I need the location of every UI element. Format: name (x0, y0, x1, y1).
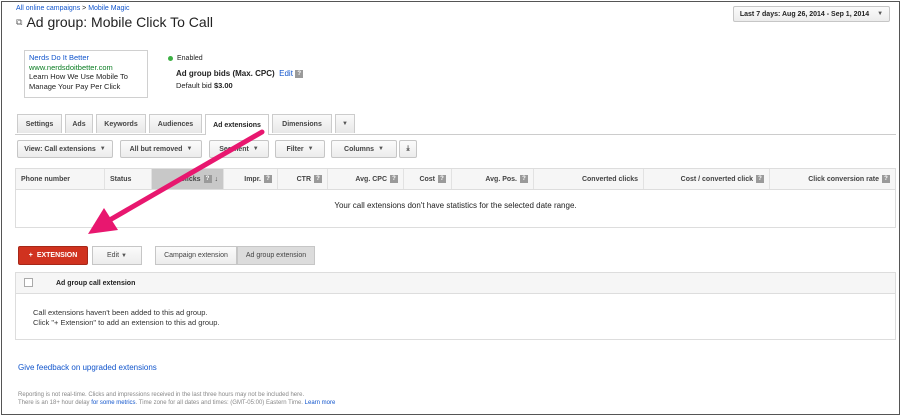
empty-message-line1: Call extensions haven't been added to th… (33, 308, 208, 317)
help-icon[interactable]: ? (264, 175, 272, 183)
help-icon[interactable]: ? (314, 175, 322, 183)
col-avg-cpc[interactable]: Avg. CPC? (328, 169, 404, 189)
col-avg-pos[interactable]: Avg. Pos.? (452, 169, 534, 189)
sort-down-icon: ↓ (214, 175, 219, 183)
filter-label: Filter (286, 145, 304, 153)
status-badge: Enabled (168, 55, 203, 62)
help-icon[interactable]: ? (882, 175, 890, 183)
tab-ad-extensions[interactable]: Ad extensions (205, 114, 269, 135)
default-bid-label: Default bid (176, 81, 212, 90)
status-filter-dropdown[interactable]: All but removed ▼ (120, 140, 202, 158)
edit-bids-link[interactable]: Edit (279, 69, 293, 78)
ad-url: www.nerdsdoitbetter.com (29, 62, 113, 72)
edit-dropdown[interactable]: Edit ▼ (92, 246, 142, 265)
download-icon: ⤓ (406, 145, 410, 152)
col-ad-group-call-extension[interactable]: Ad group call extension (56, 273, 135, 293)
date-range-label: Last 7 days: Aug 26, 2014 - Sep 1, 2014 (739, 10, 870, 18)
date-range-selector[interactable]: Last 7 days: Aug 26, 2014 - Sep 1, 2014 … (733, 6, 890, 22)
tab-bar: Settings Ads Keywords Audiences Ad exten… (15, 114, 896, 135)
col-clicks[interactable]: Clicks? ↓ (152, 169, 224, 189)
add-extension-label: EXTENSION (36, 252, 78, 259)
status-dot-icon (168, 56, 173, 61)
footer-line1: Reporting is not real-time. Clicks and i… (18, 392, 305, 398)
call-extension-table-header: Ad group call extension (16, 273, 895, 294)
feedback-link[interactable]: Give feedback on upgraded extensions (18, 363, 157, 372)
columns-label: Columns (344, 145, 374, 153)
col-ctr[interactable]: CTR? (278, 169, 328, 189)
help-icon[interactable]: ? (520, 175, 528, 183)
default-bid: Default bid $3.00 (176, 81, 233, 90)
col-status[interactable]: Status (105, 169, 152, 189)
chevron-down-icon: ▼ (99, 146, 106, 152)
chevron-down-icon: ▼ (342, 121, 348, 127)
status-filter-label: All but removed (129, 145, 183, 153)
toolbar: View: Call extensions ▼ All but removed ▼ … (15, 140, 896, 162)
breadcrumb-campaign[interactable]: Mobile Magic (88, 5, 129, 12)
col-converted-clicks[interactable]: Converted clicks (534, 169, 644, 189)
help-icon[interactable]: ? (203, 175, 212, 183)
ad-line2: Manage Your Pay Per Click (29, 81, 121, 91)
bids-label: Ad group bids (Max. CPC) (176, 69, 275, 78)
ad-group-icon: ⧉ (16, 16, 23, 27)
plus-icon: + (28, 252, 33, 259)
edit-label: Edit (107, 252, 120, 259)
segment-label: Segment (219, 145, 249, 153)
no-stats-message: Your call extensions don't have statisti… (334, 201, 577, 210)
segment-dropdown[interactable]: Segment ▼ (209, 140, 269, 158)
call-extension-table: Ad group call extension Call extensions … (15, 272, 896, 340)
breadcrumb-sep: > (82, 5, 87, 12)
help-icon[interactable]: ? (390, 175, 398, 183)
col-click-conversion-rate[interactable]: Click conversion rate? (770, 169, 895, 189)
page-title: Ad group: Mobile Click To Call (26, 14, 213, 30)
tab-audiences[interactable]: Audiences (149, 114, 202, 133)
col-cost[interactable]: Cost? (404, 169, 452, 189)
learn-more-link[interactable]: Learn more (305, 400, 336, 406)
download-button[interactable]: ⤓ (399, 140, 417, 158)
col-cost-per-converted-click[interactable]: Cost / converted click? (644, 169, 770, 189)
tab-settings[interactable]: Settings (17, 114, 62, 133)
page-title-row: ⧉ Ad group: Mobile Click To Call (16, 14, 213, 30)
stats-grid: Phone number Status Clicks? ↓ Impr.? CTR?… (15, 168, 896, 228)
chevron-down-icon: ▼ (877, 11, 884, 17)
chevron-down-icon: ▼ (186, 146, 193, 152)
col-impr[interactable]: Impr.? (224, 169, 278, 189)
ad-group-bids: Ad group bids (Max. CPC) Edit ? (176, 69, 304, 78)
footer-line2: There is an 18+ hour delay for some metr… (18, 400, 336, 406)
status-label: Enabled (177, 55, 203, 62)
empty-message-line2: Click "+ Extension" to add an extension … (33, 318, 220, 327)
segment-campaign-extension[interactable]: Campaign extension (155, 246, 237, 265)
help-icon[interactable]: ? (438, 175, 446, 183)
ad-preview: Nerds Do It Better www.nerdsdoitbetter.c… (24, 50, 148, 98)
filter-dropdown[interactable]: Filter ▼ (275, 140, 325, 158)
tab-more[interactable]: ▼ (335, 114, 355, 133)
chevron-down-icon: ▼ (121, 252, 127, 259)
chevron-down-icon: ▼ (378, 146, 384, 152)
tab-dimensions[interactable]: Dimensions (272, 114, 332, 133)
breadcrumb: All online campaigns > Mobile Magic (16, 5, 129, 12)
chevron-down-icon: ▼ (307, 146, 314, 152)
select-all-checkbox[interactable] (24, 278, 33, 287)
footer-note: Reporting is not real-time. Clicks and i… (18, 391, 335, 407)
tab-ads[interactable]: Ads (65, 114, 93, 133)
help-icon[interactable]: ? (295, 69, 304, 78)
breadcrumb-all-campaigns[interactable]: All online campaigns (16, 5, 80, 12)
segment-ad-group-extension[interactable]: Ad group extension (237, 246, 315, 265)
view-label: View: Call extensions (24, 145, 96, 153)
stats-grid-header: Phone number Status Clicks? ↓ Impr.? CTR?… (16, 169, 895, 190)
ad-headline: Nerds Do It Better (29, 53, 90, 62)
help-icon[interactable]: ? (756, 175, 764, 183)
some-metrics-link[interactable]: for some metrics (91, 400, 135, 406)
columns-dropdown[interactable]: Columns ▼ (331, 140, 397, 158)
tab-keywords[interactable]: Keywords (96, 114, 146, 133)
add-extension-button[interactable]: + EXTENSION (18, 246, 88, 265)
col-phone-number[interactable]: Phone number (16, 169, 105, 189)
default-bid-value: $3.00 (213, 81, 233, 90)
view-dropdown[interactable]: View: Call extensions ▼ (17, 140, 113, 158)
ad-line1: Learn How We Use Mobile To (29, 72, 128, 81)
chevron-down-icon: ▼ (252, 146, 259, 152)
